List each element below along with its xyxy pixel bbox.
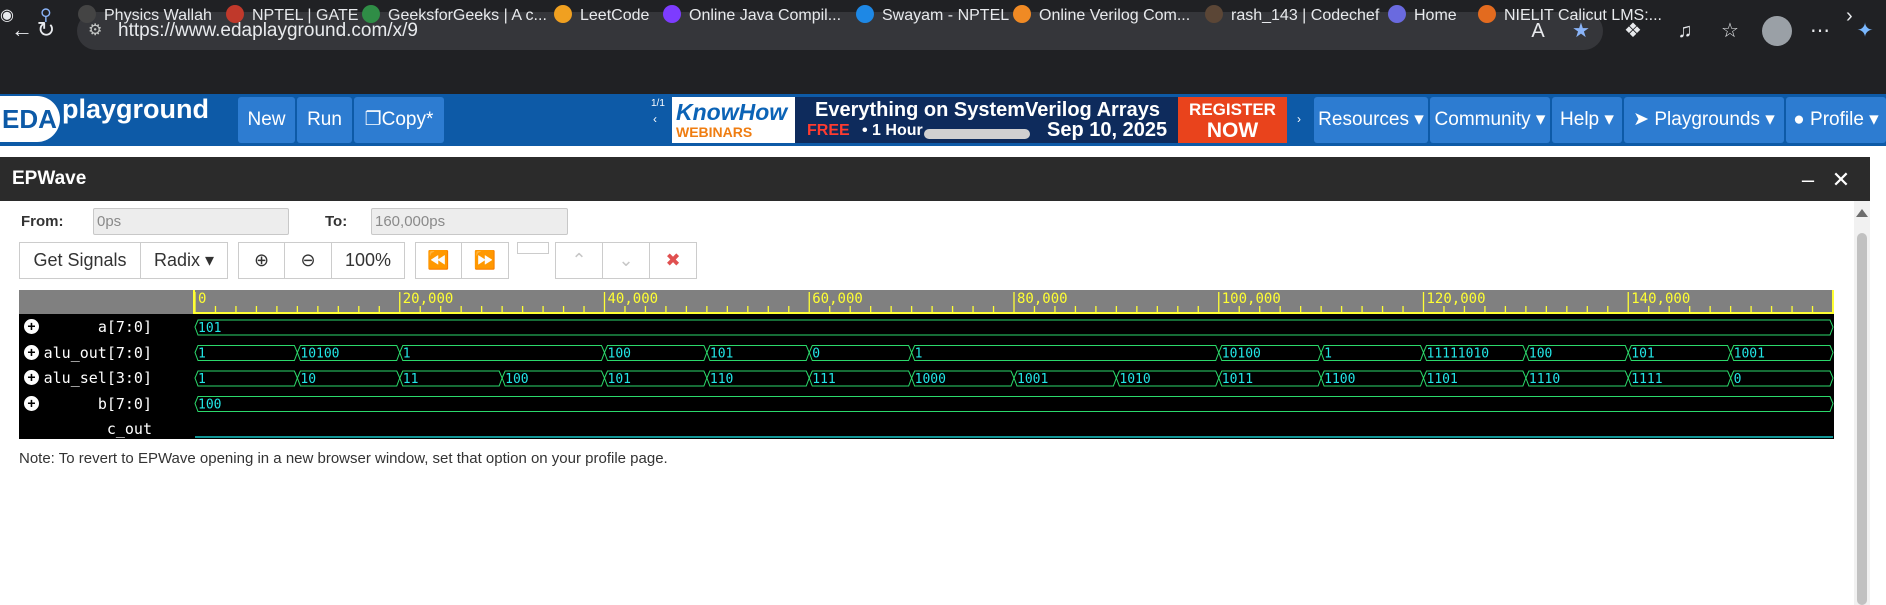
bus-value: 1000 [915,372,946,387]
bus-segment [911,345,1220,361]
bus-segment [194,370,298,387]
bus-value: 100 [1529,347,1552,362]
bus-value: 1001 [1734,347,1765,362]
bus-segment [1320,345,1425,361]
bus-segment [194,319,1834,336]
bus-value: 100 [198,398,221,413]
bus-value: 1 [1324,347,1332,362]
bus-value: 101 [198,321,221,336]
bus-value: 1001 [1017,372,1048,387]
waveforms: 1011 10100 1 100 101 0 1 10100 1 11111010 100 101 10… [194,292,1834,438]
bus-value: 101 [608,372,631,387]
bus-value: 0 [1734,372,1742,387]
bus-value: 1 [198,347,206,362]
bus-value: 1111 [1631,372,1662,387]
bus-segment [399,345,606,361]
bus-value: 11 [403,372,419,387]
bus-value: 1010 [1119,372,1150,387]
bus-segment [1730,370,1834,387]
bus-value: 101 [1631,347,1654,362]
bus-value: 101 [710,347,733,362]
bus-value: 1 [915,347,923,362]
bus-value: 10 [300,372,316,387]
bus-value: 10100 [1222,347,1261,362]
epwave-note: Note: To revert to EPWave opening in a n… [19,450,668,467]
bus-value: 110 [710,372,733,387]
bus-value: 11111010 [1427,347,1490,362]
bus-value: 100 [608,347,631,362]
bus-segment [194,345,298,361]
bus-value: 111 [812,372,835,387]
bus-value: 1100 [1324,372,1355,387]
bus-value: 1110 [1529,372,1560,387]
bus-segment [194,396,1834,412]
bus-value: 1 [403,347,411,362]
bus-value: 1101 [1427,372,1458,387]
bus-segment [808,345,913,361]
bus-value: 1 [198,372,206,387]
bus-value: 1011 [1222,372,1253,387]
bus-value: 10100 [300,347,339,362]
bus-value: 100 [505,372,528,387]
bus-value: 0 [812,347,820,362]
